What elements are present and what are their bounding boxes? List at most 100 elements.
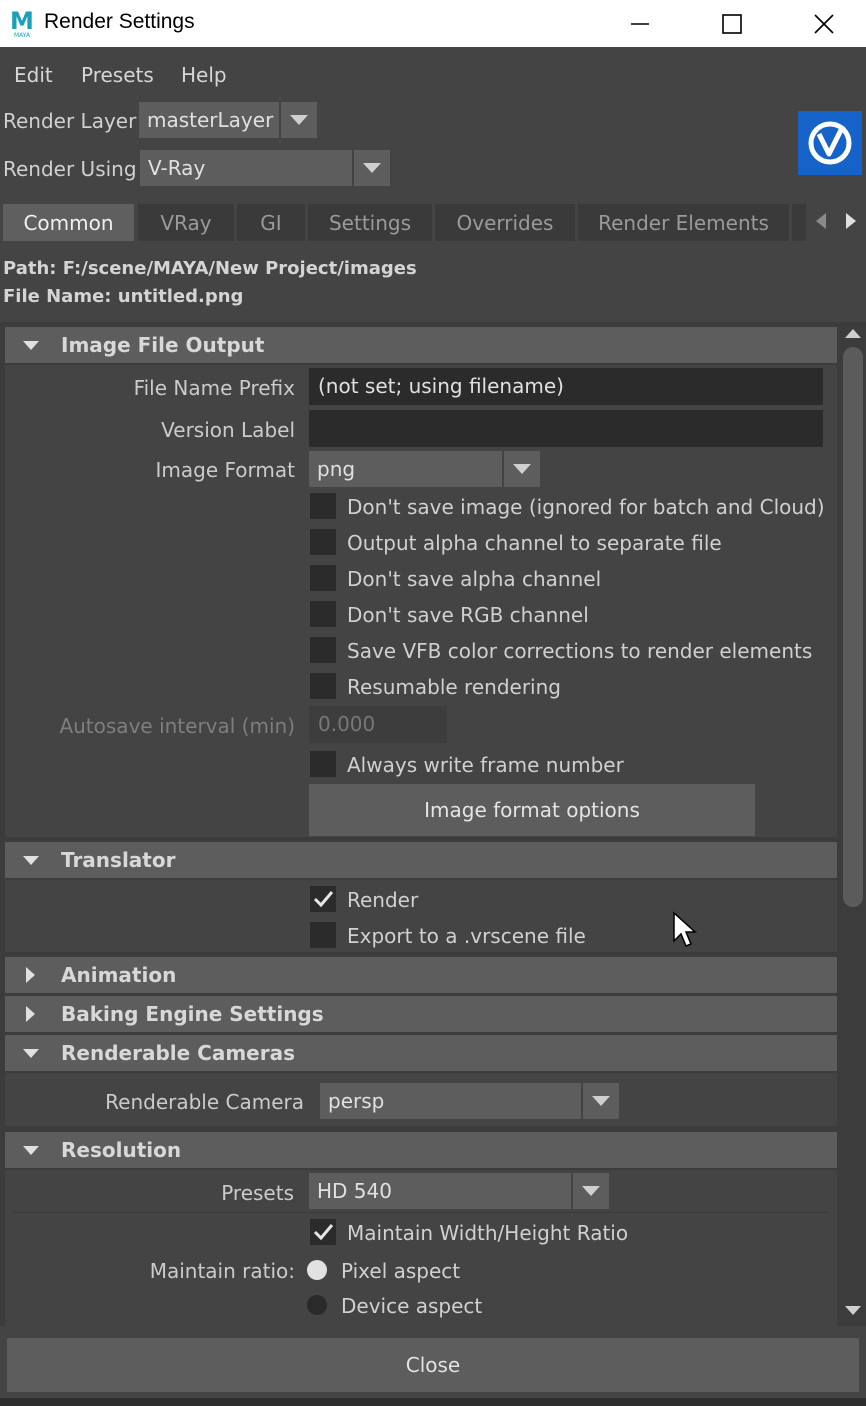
scroll-down-icon[interactable] bbox=[843, 1304, 863, 1318]
maximize-button[interactable] bbox=[686, 0, 778, 47]
tab-vray[interactable]: VRay bbox=[138, 204, 234, 241]
settings-scroll-area[interactable]: Image File Output File Name Prefix (not … bbox=[0, 322, 866, 1326]
renderable-camera-label: Renderable Camera bbox=[105, 1090, 304, 1114]
save-vfb-corrections-checkbox[interactable] bbox=[310, 637, 336, 663]
scrollbar-thumb[interactable] bbox=[843, 347, 863, 907]
dont-save-image-checkbox[interactable] bbox=[310, 493, 336, 519]
image-format-value: png bbox=[317, 457, 356, 481]
expanded-triangle-icon bbox=[23, 1049, 39, 1058]
filename-text: File Name: untitled.png bbox=[3, 286, 244, 307]
tab-scroll-left-icon[interactable] bbox=[814, 211, 828, 231]
scroll-up-icon[interactable] bbox=[843, 326, 863, 340]
maintain-wh-ratio-checkbox[interactable] bbox=[310, 1219, 336, 1245]
chevron-down-icon bbox=[571, 1173, 609, 1209]
divider bbox=[13, 1212, 829, 1213]
output-alpha-separate-checkbox[interactable] bbox=[310, 529, 336, 555]
expanded-triangle-icon bbox=[23, 341, 39, 350]
chevron-down-icon bbox=[352, 150, 390, 186]
file-name-prefix-input[interactable]: (not set; using filename) bbox=[309, 368, 823, 405]
image-format-options-button[interactable]: Image format options bbox=[309, 784, 755, 836]
tab-scroll-right-icon[interactable] bbox=[844, 211, 858, 231]
section-renderable-cameras[interactable]: Renderable Cameras bbox=[5, 1035, 837, 1071]
maintain-ratio-label: Maintain ratio: bbox=[149, 1259, 295, 1283]
tab-gi[interactable]: GI bbox=[237, 204, 305, 241]
status-strip bbox=[0, 1398, 866, 1406]
menu-help[interactable]: Help bbox=[181, 63, 227, 87]
mouse-cursor-icon bbox=[673, 911, 697, 947]
export-vrscene-label: Export to a .vrscene file bbox=[347, 924, 586, 948]
dont-save-alpha-checkbox[interactable] bbox=[310, 565, 336, 591]
section-translator[interactable]: Translator bbox=[5, 842, 837, 878]
render-label: Render bbox=[347, 888, 419, 912]
save-vfb-corrections-label: Save VFB color corrections to render ele… bbox=[347, 639, 813, 663]
dont-save-rgb-label: Don't save RGB channel bbox=[347, 603, 589, 627]
menu-edit[interactable]: Edit bbox=[14, 63, 53, 87]
chevron-down-icon bbox=[279, 102, 317, 138]
tab-settings[interactable]: Settings bbox=[308, 204, 432, 241]
expanded-triangle-icon bbox=[23, 1146, 39, 1155]
tab-overflow bbox=[792, 204, 806, 241]
tab-render-elements[interactable]: Render Elements bbox=[578, 204, 789, 241]
section-image-file-output[interactable]: Image File Output bbox=[5, 327, 837, 363]
image-format-dropdown[interactable]: png bbox=[309, 451, 540, 487]
maya-icon: M MAYA bbox=[8, 7, 36, 39]
device-aspect-radio[interactable] bbox=[307, 1295, 327, 1315]
presets-label: Presets bbox=[221, 1181, 294, 1205]
resumable-rendering-label: Resumable rendering bbox=[347, 675, 561, 699]
chevron-down-icon bbox=[581, 1083, 619, 1119]
renderable-camera-dropdown[interactable]: persp bbox=[320, 1083, 619, 1119]
section-animation[interactable]: Animation bbox=[5, 957, 837, 993]
menu-bar: Edit Presets Help bbox=[0, 47, 866, 97]
window-title: Render Settings bbox=[44, 10, 195, 33]
maya-icon-letter: M bbox=[10, 7, 34, 35]
maya-icon-sub: MAYA bbox=[14, 32, 31, 39]
render-using-dropdown[interactable]: V-Ray bbox=[140, 150, 390, 186]
render-layer-value: masterLayer bbox=[147, 108, 274, 132]
menu-presets[interactable]: Presets bbox=[81, 63, 154, 87]
version-label-label: Version Label bbox=[161, 418, 295, 442]
image-file-output-body: File Name Prefix (not set; using filenam… bbox=[5, 365, 837, 837]
close-button[interactable]: Close bbox=[7, 1338, 859, 1392]
collapsed-triangle-icon bbox=[26, 1006, 35, 1022]
export-vrscene-checkbox[interactable] bbox=[310, 922, 336, 948]
autosave-interval-input: 0.000 bbox=[309, 706, 447, 743]
resolution-presets-dropdown[interactable]: HD 540 bbox=[309, 1173, 609, 1209]
tab-bar: Common VRay GI Settings Overrides Render… bbox=[0, 204, 866, 241]
maximize-icon bbox=[722, 13, 742, 34]
close-window-button[interactable] bbox=[778, 0, 866, 47]
resumable-rendering-checkbox[interactable] bbox=[310, 673, 336, 699]
tab-common[interactable]: Common bbox=[3, 204, 134, 241]
section-title: Resolution bbox=[61, 1138, 182, 1162]
always-write-frame-label: Always write frame number bbox=[347, 753, 624, 777]
render-checkbox[interactable] bbox=[310, 886, 336, 912]
render-settings-window: M MAYA Render Settings Edit Presets Help… bbox=[0, 0, 866, 1406]
minimize-button[interactable] bbox=[594, 0, 686, 47]
vray-logo-icon bbox=[798, 111, 862, 175]
version-label-input[interactable] bbox=[309, 410, 823, 447]
render-using-value: V-Ray bbox=[148, 156, 206, 180]
minimize-icon bbox=[631, 22, 649, 25]
path-text: Path: F:/scene/MAYA/New Project/images bbox=[3, 258, 417, 279]
section-title: Animation bbox=[61, 963, 177, 987]
section-baking-engine[interactable]: Baking Engine Settings bbox=[5, 996, 837, 1032]
checkmark-icon bbox=[313, 891, 334, 908]
title-bar: M MAYA Render Settings bbox=[0, 0, 866, 47]
maintain-wh-ratio-label: Maintain Width/Height Ratio bbox=[347, 1221, 629, 1245]
renderable-camera-value: persp bbox=[328, 1089, 385, 1113]
renderable-cameras-body: Renderable Camera persp bbox=[5, 1073, 837, 1126]
always-write-frame-checkbox[interactable] bbox=[310, 751, 336, 777]
section-title: Translator bbox=[61, 848, 176, 872]
render-layer-label: Render Layer bbox=[3, 109, 137, 133]
section-title: Image File Output bbox=[61, 333, 265, 357]
tab-overrides[interactable]: Overrides bbox=[435, 204, 575, 241]
pixel-aspect-radio[interactable] bbox=[307, 1260, 327, 1280]
translator-body: Render Export to a .vrscene file bbox=[5, 880, 837, 952]
render-layer-dropdown[interactable]: masterLayer bbox=[139, 102, 317, 138]
section-title: Renderable Cameras bbox=[61, 1041, 295, 1065]
pixel-aspect-label: Pixel aspect bbox=[341, 1259, 461, 1283]
dont-save-rgb-checkbox[interactable] bbox=[310, 601, 336, 627]
expanded-triangle-icon bbox=[23, 856, 39, 865]
section-resolution[interactable]: Resolution bbox=[5, 1132, 837, 1168]
image-format-label: Image Format bbox=[155, 458, 295, 482]
render-using-label: Render Using bbox=[3, 157, 137, 181]
